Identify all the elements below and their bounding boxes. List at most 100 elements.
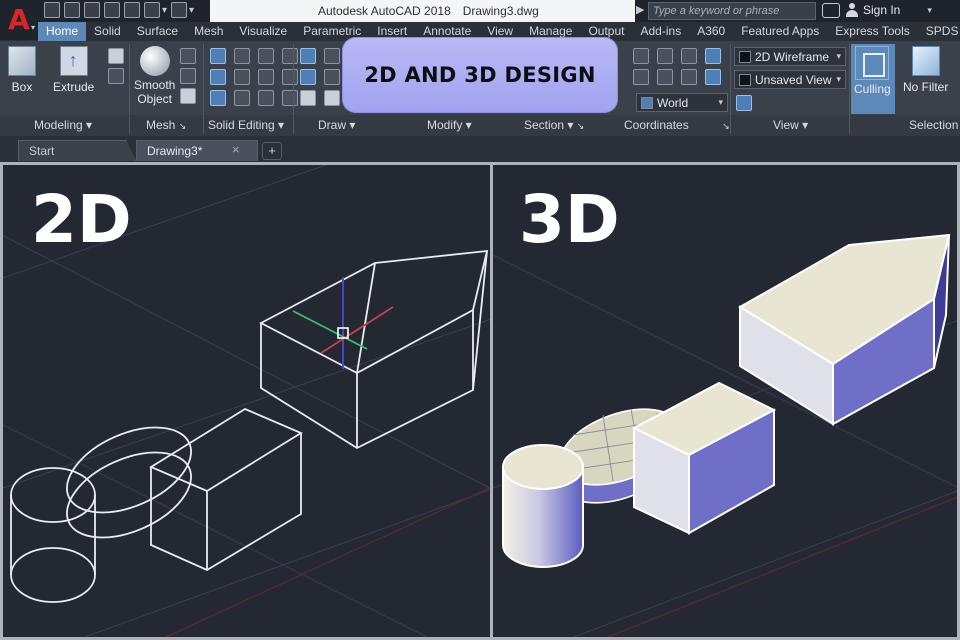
tab-surface[interactable]: Surface [129, 22, 186, 41]
panel-title-solid-editing[interactable]: Solid Editing ▾ [208, 118, 284, 132]
tab-spds[interactable]: SPDS [918, 22, 960, 41]
panel-title-modify[interactable]: Modify ▾ [427, 118, 472, 132]
polygon-icon[interactable] [300, 90, 316, 106]
modeling-small-tools [108, 48, 124, 84]
tab-add-ins[interactable]: Add-ins [633, 22, 690, 41]
viewport-config-icon[interactable] [736, 95, 752, 111]
thicken-icon[interactable] [234, 90, 250, 106]
dialog-launcher-icon[interactable]: ↘ [722, 121, 730, 131]
visual-style-select[interactable]: 2D Wireframe ▾ [734, 47, 846, 66]
slice-icon[interactable] [234, 48, 250, 64]
mesh-crease-icon[interactable] [180, 48, 196, 64]
ucs-icon[interactable] [633, 48, 649, 64]
ucs-object-icon[interactable] [705, 69, 721, 85]
tab-a360[interactable]: A360 [689, 22, 733, 41]
extract-edges-icon[interactable] [282, 69, 298, 85]
dialog-launcher-icon[interactable]: ↘ [577, 121, 585, 131]
named-view-select[interactable]: Unsaved View ▾ [734, 70, 846, 89]
ucs-x-icon[interactable] [681, 48, 697, 64]
fillet-edge-icon[interactable] [258, 90, 274, 106]
binoculars-icon[interactable] [822, 3, 840, 18]
box-solid [631, 381, 777, 535]
panel-title-modeling[interactable]: Modeling ▾ [34, 118, 92, 132]
undo-dropdown-icon[interactable]: ▾ [162, 5, 167, 16]
panel-title-selection[interactable]: Selection [909, 118, 958, 132]
mesh-smooth-more-icon[interactable] [180, 88, 196, 104]
new-tab-plus-icon[interactable]: + [262, 142, 282, 160]
sign-in-label: Sign In [863, 3, 901, 17]
union-icon[interactable] [210, 48, 226, 64]
ucs-world-icon[interactable] [657, 48, 673, 64]
panel-title-section[interactable]: Section ▾ ↘ [524, 118, 584, 132]
smooth-object-button[interactable]: Smooth Object [134, 46, 175, 106]
save-as-icon[interactable] [104, 2, 120, 18]
imprint-icon[interactable] [282, 90, 298, 106]
subtract-icon[interactable] [210, 69, 226, 85]
smooth-label-1: Smooth [134, 78, 176, 92]
intersect-icon[interactable] [210, 90, 226, 106]
tab-mesh[interactable]: Mesh [186, 22, 231, 41]
line-icon[interactable] [324, 69, 340, 85]
smooth-mesh-icon[interactable] [108, 68, 124, 84]
solid-edit-icon[interactable] [258, 48, 274, 64]
viewport-3d[interactable]: 3D [490, 162, 960, 640]
tab-solid[interactable]: Solid [86, 22, 129, 41]
panel-title-draw[interactable]: Draw ▾ [318, 118, 355, 132]
new-file-icon[interactable] [44, 2, 60, 18]
interfere-icon[interactable] [234, 69, 250, 85]
box-button[interactable]: Box [8, 46, 36, 94]
application-menu-button[interactable]: A ▾ [0, 0, 38, 40]
red-axis-line [606, 496, 957, 637]
open-folder-icon[interactable] [64, 2, 80, 18]
chevron-down-icon: ▾ [836, 74, 841, 84]
presspull-icon[interactable] [108, 48, 124, 64]
chevron-down-icon: ▾ [718, 97, 723, 107]
arc-icon[interactable] [324, 48, 340, 64]
extrude-label: Extrude [53, 80, 95, 94]
ucs-z-icon[interactable] [657, 69, 673, 85]
ucs-select[interactable]: World ▾ [636, 93, 728, 112]
separate-icon[interactable] [282, 48, 298, 64]
extrude-button[interactable]: Extrude [53, 46, 94, 94]
ucs-3point-icon[interactable] [681, 69, 697, 85]
panel-separator [730, 44, 731, 134]
tab-featured-apps[interactable]: Featured Apps [733, 22, 827, 41]
rectangle-icon[interactable] [324, 90, 340, 106]
no-filter-button[interactable]: No Filter [903, 46, 948, 94]
panel-title-mesh[interactable]: Mesh ↘ [146, 118, 186, 132]
redo-icon[interactable] [171, 2, 188, 18]
box-top-outline [149, 407, 303, 493]
wireframe-shapes [10, 249, 489, 603]
mesh-refine-icon[interactable] [180, 68, 196, 84]
dialog-launcher-icon[interactable]: ↘ [179, 121, 187, 131]
viewport-2d-label: 2D [31, 181, 132, 258]
print-icon[interactable] [124, 2, 140, 18]
visual-style-value: 2D Wireframe [755, 49, 830, 64]
sign-in-button[interactable]: Sign In ▾ [846, 3, 932, 17]
tab-visualize[interactable]: Visualize [231, 22, 295, 41]
save-icon[interactable] [84, 2, 100, 18]
shell-icon[interactable] [258, 69, 274, 85]
file-tab-drawing[interactable]: Drawing3* [136, 140, 258, 161]
panel-title-solid-editing-text: Solid Editing [208, 118, 275, 132]
search-input[interactable]: Type a keyword or phrase [648, 2, 816, 20]
culling-button[interactable]: Culling [854, 46, 891, 96]
viewport-2d[interactable]: 2D [0, 162, 493, 640]
polyline-icon[interactable] [300, 48, 316, 64]
box-icon [8, 46, 36, 76]
customize-qat-icon[interactable]: ▾ [189, 5, 194, 16]
spline-icon[interactable] [300, 69, 316, 85]
search-expand-icon[interactable]: ▶ [636, 3, 644, 16]
ucs-view-icon[interactable] [705, 48, 721, 64]
red-axis-line [164, 487, 490, 637]
panel-title-view[interactable]: View ▾ [773, 118, 808, 132]
close-icon[interactable]: × [232, 142, 240, 157]
file-tab-start[interactable]: Start [18, 140, 136, 161]
culling-icon [855, 46, 890, 80]
panel-title-coordinates[interactable]: Coordinates ↘ [624, 118, 730, 132]
tab-express-tools[interactable]: Express Tools [827, 22, 917, 41]
ucs-origin-icon[interactable] [633, 69, 649, 85]
tab-home[interactable]: Home [38, 22, 87, 41]
undo-icon[interactable] [144, 2, 160, 18]
named-view-value: Unsaved View [755, 72, 832, 87]
